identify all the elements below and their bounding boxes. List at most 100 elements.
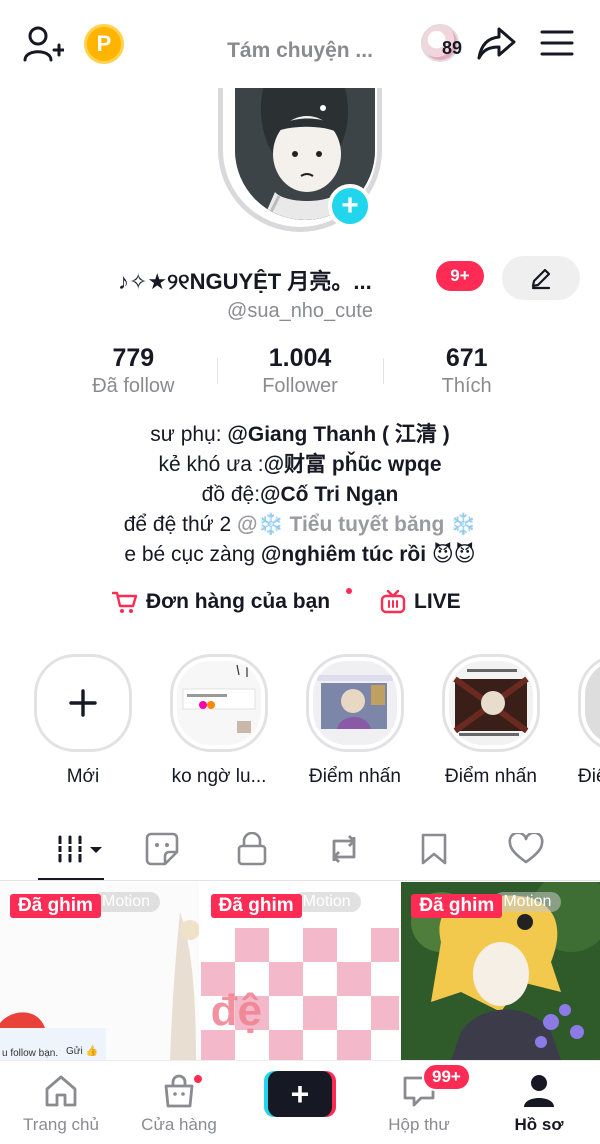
display-name: ♪✧★୨୧NGUYỆT 月亮。...: [118, 269, 372, 294]
pinned-badge: Đã ghim: [411, 894, 503, 918]
friends-bubble[interactable]: 89: [410, 22, 470, 64]
highlight-ring: [306, 654, 404, 752]
notification-badge[interactable]: 9+: [436, 261, 484, 291]
coins-label: P: [96, 31, 112, 56]
sticker-icon: [145, 832, 179, 866]
following-stat[interactable]: 779 Đã follow: [50, 344, 217, 404]
tab-stickers[interactable]: [132, 824, 192, 874]
highlight-item[interactable]: ko ngờ lu...: [170, 654, 268, 788]
live-tv-icon: [380, 590, 406, 614]
highlight-ring: [34, 654, 132, 752]
bio-mention[interactable]: @财富 pȟũc wpqe: [264, 453, 442, 476]
nav-profile-label: Hồ sơ: [514, 1115, 564, 1134]
bio-line: để đệ thứ 2 @❄️ Tiểu tuyết băng ❄️: [0, 510, 600, 540]
followers-stat[interactable]: 1.004 Follower: [216, 344, 384, 404]
orders-dot: [346, 588, 352, 594]
live-link[interactable]: LIVE: [380, 590, 461, 614]
highlight-ring: [170, 654, 268, 752]
tab-liked[interactable]: [496, 824, 556, 874]
grid-icon: [56, 835, 102, 863]
video-thumbnail[interactable]: Đã ghim Motion u follow bạn. Gửi 👍: [0, 882, 199, 1060]
nav-profile[interactable]: Hồ sơ: [484, 1071, 594, 1135]
bio-text: sư phụ:: [150, 423, 228, 446]
repost-icon: [332, 835, 356, 863]
highlight-label: ko ngờ lu...: [171, 766, 267, 787]
highlight-new[interactable]: Mới: [34, 654, 132, 788]
bio-mention[interactable]: @nghiêm túc rồi 😈😈: [261, 543, 476, 566]
nav-home[interactable]: Trang chủ: [6, 1071, 116, 1135]
likes-count: 671: [445, 344, 488, 372]
watermark: Motion: [92, 892, 161, 912]
following-count: 779: [112, 344, 155, 372]
video-thumbnail[interactable]: Đã ghim Motion: [401, 882, 600, 1060]
tab-videos[interactable]: [48, 824, 108, 874]
status-text[interactable]: Tám chuyện ...: [220, 36, 380, 66]
name-row: ♪✧★୨୧NGUYỆT 月亮。... 9+: [0, 256, 600, 300]
inbox-badge: 99+: [422, 1063, 471, 1091]
highlight-label: Điểm nhấn: [309, 766, 401, 787]
profile-icon: [524, 1075, 554, 1107]
highlight-thumbnail: [585, 661, 600, 745]
nav-shop[interactable]: Cửa hàng: [124, 1071, 234, 1135]
highlight-label: Mới: [66, 766, 100, 787]
tab-reposts[interactable]: [314, 824, 374, 874]
bookmark-icon: [421, 833, 447, 865]
nav-inbox[interactable]: 99+ Hộp thư: [364, 1063, 474, 1135]
watermark: Motion: [292, 892, 361, 912]
bio-line: sư phụ: @Giang Thanh ( 江清 ): [0, 420, 600, 450]
edit-profile-button[interactable]: [502, 256, 580, 300]
bio-line: e bé cục zàng @nghiêm túc rồi 😈😈: [0, 540, 600, 570]
heart-icon: [508, 833, 544, 864]
create-plus-icon: +: [268, 1071, 332, 1117]
tab-favorites[interactable]: [404, 824, 464, 874]
highlight-item[interactable]: Điể: [578, 654, 600, 788]
highlight-item[interactable]: Điểm nhấn: [306, 654, 404, 788]
top-bar: P Tám chuyện ... 89: [0, 0, 600, 100]
share-icon[interactable]: [476, 22, 518, 64]
highlight-label: Điểm nhấn: [445, 766, 537, 787]
nav-inbox-label: Hộp thư: [388, 1115, 450, 1134]
watermark: Motion: [493, 892, 562, 912]
highlight-thumbnail: [313, 661, 397, 745]
likes-stat[interactable]: 671 Thích: [383, 344, 550, 404]
video-grid: Đã ghim Motion u follow bạn. Gửi 👍 đệ Đã…: [0, 882, 600, 1060]
following-label: Đã follow: [92, 375, 175, 397]
bio-line: kẻ khó ưa :@财富 pȟũc wpqe: [0, 450, 600, 480]
highlight-label: Điể: [578, 766, 600, 787]
bottom-nav: Trang chủ Cửa hàng + 99+ Hộp thư Hồ sơ: [0, 1060, 600, 1144]
nav-home-label: Trang chủ: [23, 1115, 99, 1134]
bio-text: để đệ thứ 2: [123, 513, 238, 536]
coins-icon[interactable]: P: [84, 24, 124, 64]
create-button[interactable]: +: [264, 1071, 336, 1117]
menu-icon[interactable]: [538, 26, 576, 60]
live-label: LIVE: [414, 590, 461, 613]
bio-mention[interactable]: @Giang Thanh ( 江清 ): [227, 423, 449, 446]
highlight-thumbnail: [177, 661, 261, 745]
content-tabs: [0, 824, 600, 881]
pencil-icon: [531, 268, 551, 290]
followers-count: 1.004: [268, 344, 332, 372]
bio-mention[interactable]: @Cố Tri Ngạn: [260, 483, 398, 506]
add-friend-icon[interactable]: [22, 24, 64, 64]
pinned-badge: Đã ghim: [10, 894, 101, 918]
orders-link[interactable]: Đơn hàng của bạn: [112, 588, 352, 614]
stats-row: 779 Đã follow 1.004 Follower 671 Thích: [50, 344, 550, 404]
cart-icon: [112, 591, 138, 613]
story-highlights: Mới ko ngờ lu... Điểm nhấn Điểm nhấn Đi: [0, 654, 600, 794]
bio: sư phụ: @Giang Thanh ( 江清 ) kẻ khó ưa :@…: [0, 420, 600, 570]
bio-mention[interactable]: @❄️ Tiểu tuyết băng ❄️: [237, 513, 476, 536]
bio-text: đồ đệ:: [201, 483, 261, 506]
tab-private[interactable]: [222, 824, 282, 874]
bio-text: kẻ khó ưa :: [158, 453, 264, 476]
nav-shop-label: Cửa hàng: [141, 1115, 217, 1134]
orders-label: Đơn hàng của bạn: [146, 590, 331, 613]
highlight-item[interactable]: Điểm nhấn: [442, 654, 540, 788]
shopping-bag-icon: [164, 1074, 194, 1108]
add-story-plus-icon[interactable]: +: [328, 184, 372, 228]
plus-icon: [69, 689, 97, 717]
pinned-badge: Đã ghim: [210, 894, 302, 918]
bio-line: đồ đệ:@Cố Tri Ngạn: [0, 480, 600, 510]
profile-avatar[interactable]: +: [218, 88, 382, 232]
video-thumbnail[interactable]: đệ Đã ghim Motion: [200, 882, 400, 1060]
bio-text: e bé cục zàng: [124, 543, 261, 566]
